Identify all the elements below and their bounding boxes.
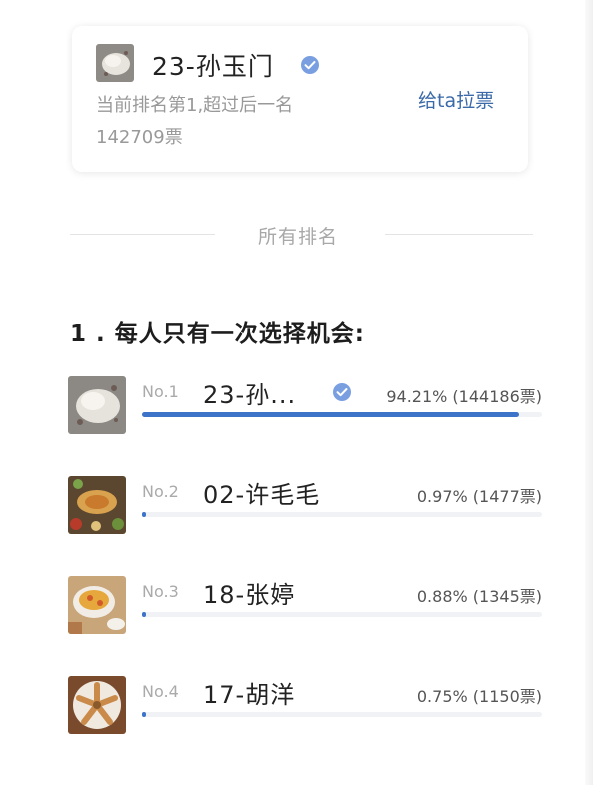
dish-cloth-icon <box>68 376 126 434</box>
vote-progress-track <box>142 612 542 617</box>
rank-label: No.1 <box>142 382 179 401</box>
verified-icon <box>333 383 351 401</box>
divider-right <box>385 234 533 235</box>
vote-progress-fill <box>142 612 146 617</box>
candidate-avatar <box>68 676 126 734</box>
rank-label: No.3 <box>142 582 179 601</box>
rank-label: No.4 <box>142 682 179 701</box>
rank-label: No.2 <box>142 482 179 501</box>
candidate-name: 23-孙... <box>203 381 297 409</box>
candidate-avatar <box>68 476 126 534</box>
verified-icon <box>301 56 319 74</box>
question-title: 1 . 每人只有一次选择机会: <box>70 321 365 347</box>
leader-card: 23-孙玉门 当前排名第1,超过后一名142709票 给ta拉票 <box>72 26 528 172</box>
candidate-name: 18-张婷 <box>203 581 296 609</box>
all-rankings-label: 所有排名 <box>258 226 339 248</box>
candidate-row[interactable]: No.4 17-胡洋 0.75% (1150票) <box>68 676 548 736</box>
candidate-name: 17-胡洋 <box>203 681 296 709</box>
vote-progress-track <box>142 412 542 417</box>
vote-progress-fill <box>142 712 146 717</box>
vote-percent: 0.97% (1477票) <box>416 487 542 506</box>
leader-lead-text: 当前排名第1,超过后一名142709票 <box>96 95 294 148</box>
candidate-name: 02-许毛毛 <box>203 481 321 509</box>
vote-percent: 0.88% (1345票) <box>416 587 542 606</box>
vote-percent: 0.75% (1150票) <box>416 687 542 706</box>
food-bowl-icon <box>68 576 126 634</box>
dish-cloth-icon <box>96 44 134 82</box>
page-edge-shadow <box>585 0 593 785</box>
candidate-row[interactable]: No.3 18-张婷 0.88% (1345票) <box>68 576 548 636</box>
vote-percent: 94.21% (144186票) <box>386 387 542 406</box>
vote-progress-track <box>142 512 542 517</box>
vote-progress-fill <box>142 512 146 517</box>
food-platter-icon <box>68 476 126 534</box>
leader-avatar[interactable] <box>96 44 134 82</box>
candidate-avatar <box>68 576 126 634</box>
candidate-row[interactable]: No.1 23-孙... 94.21% (144186票) <box>68 376 548 436</box>
divider-left <box>70 234 215 235</box>
pull-votes-button[interactable]: 给ta拉票 <box>418 86 494 113</box>
vote-progress-track <box>142 712 542 717</box>
candidate-avatar <box>68 376 126 434</box>
vote-progress-fill <box>142 412 519 417</box>
leader-name: 23-孙玉门 <box>152 52 274 81</box>
candidate-row[interactable]: No.2 02-许毛毛 0.97% (1477票) <box>68 476 548 536</box>
star-dish-icon <box>68 676 126 734</box>
